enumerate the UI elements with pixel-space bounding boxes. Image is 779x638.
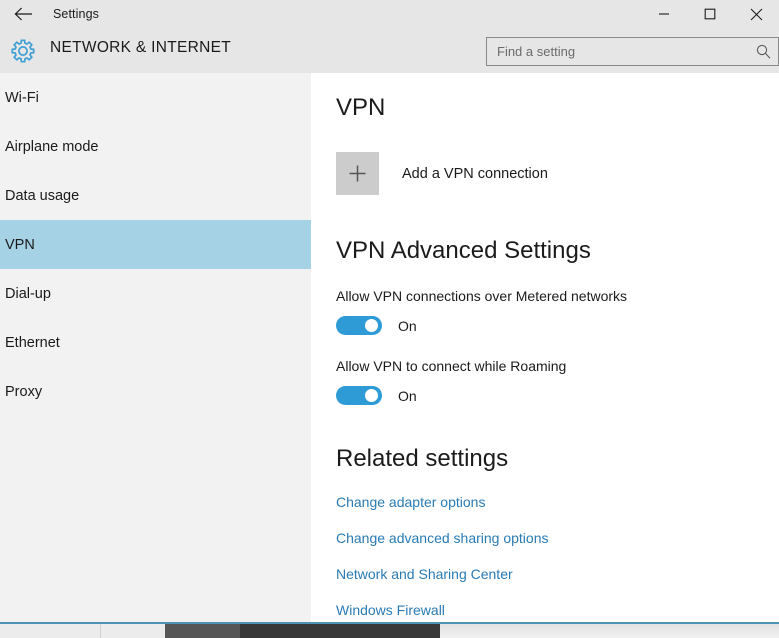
sidebar-item-airplane-mode[interactable]: Airplane mode <box>0 122 311 171</box>
window-controls <box>641 0 779 28</box>
roaming-state: On <box>398 388 417 404</box>
settings-window: Settings <box>0 0 779 638</box>
page-header: NETWORK & INTERNET <box>0 28 779 73</box>
sidebar-item-data-usage[interactable]: Data usage <box>0 171 311 220</box>
sidebar-item-label: Wi-Fi <box>5 90 39 106</box>
metered-networks-state: On <box>398 318 417 334</box>
vpn-advanced-settings-heading: VPN Advanced Settings <box>336 237 591 265</box>
roaming-toggle[interactable] <box>336 386 382 405</box>
link-network-and-sharing-center[interactable]: Network and Sharing Center <box>336 566 513 582</box>
sidebar-item-dial-up[interactable]: Dial-up <box>0 269 311 318</box>
sidebar-item-proxy[interactable]: Proxy <box>0 367 311 416</box>
window-title: Settings <box>53 7 99 21</box>
sidebar-item-ethernet[interactable]: Ethernet <box>0 318 311 367</box>
toggle-knob <box>365 389 378 402</box>
gear-icon <box>6 34 40 68</box>
body: Wi-Fi Airplane mode Data usage VPN Dial-… <box>0 73 779 624</box>
roaming-label: Allow VPN to connect while Roaming <box>336 358 566 374</box>
main-content: VPN Add a VPN connection VPN Advanced Se… <box>311 73 779 624</box>
sidebar-item-label: Data usage <box>5 188 79 204</box>
minimize-button[interactable] <box>641 0 687 28</box>
sidebar-item-wifi[interactable]: Wi-Fi <box>0 73 311 122</box>
search-input[interactable] <box>487 38 748 65</box>
add-vpn-connection-label: Add a VPN connection <box>402 166 548 182</box>
metered-networks-label: Allow VPN connections over Metered netwo… <box>336 288 627 304</box>
scrollbar-track-mid[interactable] <box>101 624 165 638</box>
scrollbar-track-left[interactable] <box>0 624 100 638</box>
maximize-button[interactable] <box>687 0 733 28</box>
metered-networks-toggle[interactable] <box>336 316 382 335</box>
link-change-adapter-options[interactable]: Change adapter options <box>336 494 485 510</box>
horizontal-scrollbar-thumb-dark[interactable] <box>240 624 440 638</box>
sidebar-item-label: Proxy <box>5 384 42 400</box>
title-bar: Settings <box>0 0 779 28</box>
vpn-heading: VPN <box>336 94 385 122</box>
link-change-advanced-sharing-options[interactable]: Change advanced sharing options <box>336 530 549 546</box>
sidebar-item-label: VPN <box>5 237 35 253</box>
search-icon[interactable] <box>748 38 778 65</box>
close-button[interactable] <box>733 0 779 28</box>
page-title: NETWORK & INTERNET <box>50 39 231 57</box>
sidebar: Wi-Fi Airplane mode Data usage VPN Dial-… <box>0 73 311 624</box>
sidebar-item-label: Airplane mode <box>5 139 99 155</box>
back-button[interactable] <box>0 0 46 28</box>
plus-icon[interactable] <box>336 152 379 195</box>
horizontal-scrollbar-thumb[interactable] <box>165 624 240 638</box>
sidebar-item-label: Dial-up <box>5 286 51 302</box>
metered-networks-toggle-row[interactable]: On <box>336 316 417 335</box>
sidebar-item-vpn[interactable]: VPN <box>0 220 311 269</box>
roaming-toggle-row[interactable]: On <box>336 386 417 405</box>
toggle-knob <box>365 319 378 332</box>
link-windows-firewall[interactable]: Windows Firewall <box>336 602 445 618</box>
sidebar-item-label: Ethernet <box>5 335 60 351</box>
search-box[interactable] <box>486 37 779 66</box>
add-vpn-connection-button[interactable]: Add a VPN connection <box>336 152 548 195</box>
related-settings-heading: Related settings <box>336 445 508 473</box>
